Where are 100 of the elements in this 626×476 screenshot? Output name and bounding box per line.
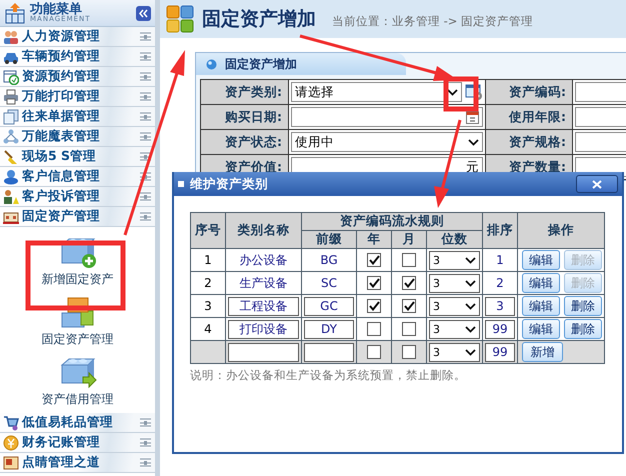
checkbox[interactable] <box>367 276 381 290</box>
expand-icon <box>140 132 151 141</box>
picture-icon <box>3 454 19 470</box>
checkbox[interactable] <box>402 345 416 360</box>
menu-item[interactable]: 点睛管理之道 <box>0 453 155 473</box>
dropdown-chevron-icon <box>465 348 476 356</box>
menu-item[interactable]: 低值易耗品管理 <box>0 413 155 433</box>
expand-icon <box>140 212 151 221</box>
action-button[interactable]: 编辑 <box>522 273 560 293</box>
prefix-field[interactable]: GC <box>304 296 354 316</box>
note-text: 说明：办公设备和生产设备为系统预置，禁止删除。 <box>190 368 467 383</box>
collapse-icon[interactable] <box>136 6 151 20</box>
action-button[interactable]: 编辑 <box>522 319 560 339</box>
field-label: 资产编码: <box>486 80 573 105</box>
menu-item[interactable]: 万能魔表管理 <box>0 127 155 147</box>
dropdown-chevron-icon <box>447 88 458 96</box>
dropdown-chevron-icon <box>465 280 476 286</box>
checkbox[interactable] <box>402 299 416 314</box>
digits-select[interactable]: 3 <box>429 250 480 270</box>
action-button[interactable]: 新增 <box>522 342 563 362</box>
expand-icon <box>140 72 151 81</box>
action-button[interactable]: 编辑 <box>522 250 560 270</box>
broom-icon <box>3 148 19 164</box>
row-number: 1 <box>190 248 226 272</box>
expand-icon <box>140 32 151 41</box>
submenu-item[interactable]: 固定资产管理 <box>42 291 114 351</box>
checkbox[interactable] <box>367 322 381 336</box>
expand-icon <box>140 172 151 181</box>
submenu-item[interactable]: 资产借用管理 <box>42 351 114 411</box>
expand-icon <box>140 418 151 427</box>
menu-item[interactable]: 现场5 S管理 <box>0 147 155 167</box>
close-button[interactable] <box>576 175 618 193</box>
menu-item[interactable]: 资源预约管理 <box>0 67 155 87</box>
select-field[interactable]: 使用中 <box>291 132 483 152</box>
prefix-field[interactable] <box>304 342 354 362</box>
digits-select[interactable]: 3 <box>429 274 480 292</box>
checkbox[interactable] <box>402 276 416 290</box>
menu-item[interactable]: 财务记账管理 <box>0 433 155 453</box>
expand-icon <box>140 112 151 121</box>
menu-item[interactable]: 往来单据管理 <box>0 107 155 127</box>
column-header: 类别名称 <box>226 212 302 248</box>
prefix: BG <box>302 248 356 272</box>
menu-item[interactable]: 客户信息管理 <box>0 167 155 187</box>
checkbox[interactable] <box>367 345 381 360</box>
select-field[interactable]: 请选择 <box>291 82 462 102</box>
field-label: 资产规格: <box>486 130 573 155</box>
menu-item[interactable]: 固定资产管理 <box>0 207 155 227</box>
menu-table-icon <box>4 2 26 24</box>
digits-select[interactable]: 3 <box>429 320 480 338</box>
category-name-field[interactable] <box>228 342 299 362</box>
complaint-icon <box>3 188 19 204</box>
digits-select[interactable]: 3 <box>429 296 480 316</box>
date-field[interactable] <box>291 107 483 127</box>
printer-icon <box>3 88 19 104</box>
field-label: 资产状态: <box>201 130 289 155</box>
expand-icon <box>140 92 151 101</box>
action-button[interactable]: 删除 <box>564 296 602 316</box>
coin-icon <box>3 434 19 450</box>
field-label: 资产类别: <box>201 80 289 105</box>
checkbox[interactable] <box>402 253 416 268</box>
dropdown-chevron-icon <box>465 256 476 264</box>
people-icon <box>3 28 19 44</box>
checkbox[interactable] <box>367 253 381 268</box>
prefix-field[interactable]: DY <box>304 320 354 338</box>
dropdown-chevron-icon <box>468 138 479 146</box>
app-logo-icon <box>166 5 194 33</box>
prefix: SC <box>302 272 356 294</box>
digits-select[interactable]: 3 <box>429 342 480 362</box>
menu-item[interactable]: 车辆预约管理 <box>0 47 155 67</box>
customers-icon <box>3 168 19 184</box>
breadcrumb: 当前位置：业务管理 -> 固定资产管理 <box>332 14 534 28</box>
checkbox[interactable] <box>367 299 381 314</box>
menu-title: 功能菜单 <box>30 3 82 16</box>
expand-icon <box>140 152 151 161</box>
title-square-icon <box>178 181 184 187</box>
sort-field[interactable]: 99 <box>485 342 515 362</box>
column-header: 资产编码流水规则 <box>302 212 482 230</box>
page-title: 固定资产增加 <box>202 7 316 32</box>
menu-item[interactable]: 人力资源管理 <box>0 27 155 47</box>
sort-field[interactable]: 3 <box>485 296 515 316</box>
cart-icon <box>3 414 19 430</box>
submenu-item[interactable]: 新增固定资产 <box>42 231 114 291</box>
column-header: 序号 <box>190 212 226 248</box>
action-button[interactable]: 删除 <box>564 319 602 339</box>
row-number: 3 <box>190 294 226 318</box>
calendar-clock-icon <box>3 68 19 84</box>
checkbox[interactable] <box>402 322 416 336</box>
category-name-field[interactable]: 工程设备 <box>228 296 299 316</box>
menu-item[interactable]: 客户投诉管理 <box>0 187 155 207</box>
category-name-field[interactable]: 打印设备 <box>228 320 299 338</box>
dropdown-chevron-icon <box>465 326 476 332</box>
column-header: 排序 <box>482 212 518 248</box>
expand-icon <box>140 52 151 61</box>
menu-item[interactable]: 万能打印管理 <box>0 87 155 107</box>
close-icon <box>592 180 602 188</box>
action-button[interactable]: 编辑 <box>522 296 560 316</box>
stacked-blocks-icon <box>58 294 96 328</box>
sort-field[interactable]: 99 <box>485 320 515 338</box>
field-label: 购买日期: <box>201 105 289 130</box>
column-header: 月 <box>392 230 426 248</box>
